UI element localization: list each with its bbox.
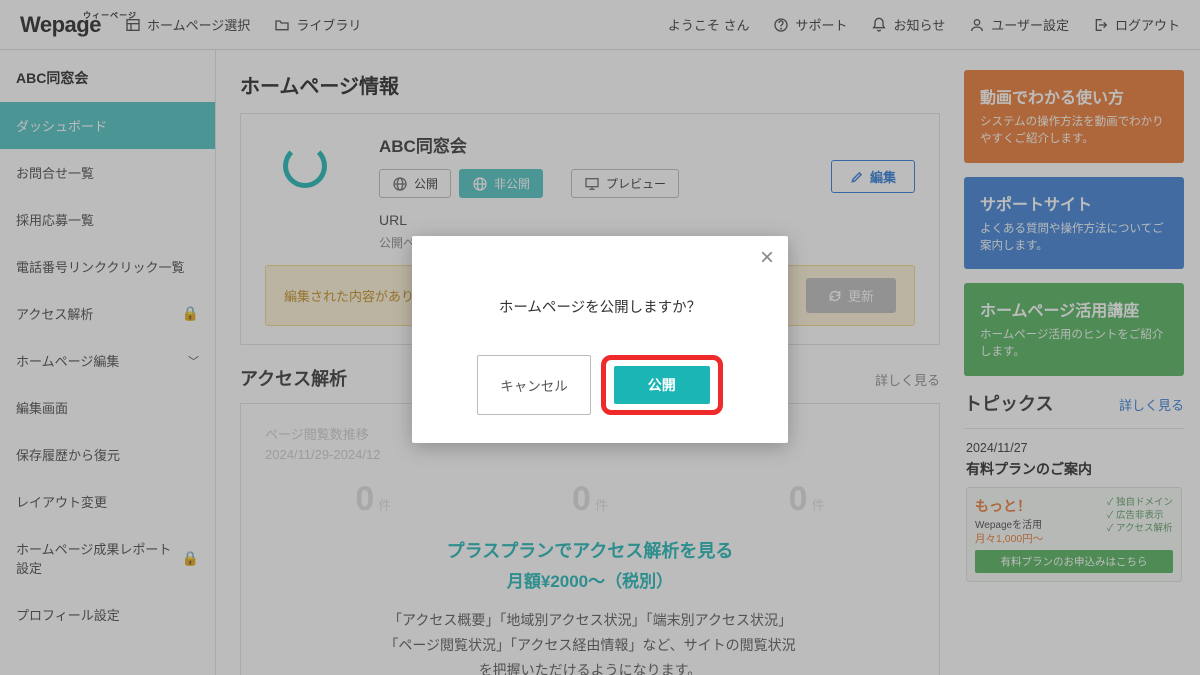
modal-message: ホームページを公開しますか？ (412, 236, 788, 355)
confirm-button[interactable]: 公開 (614, 366, 710, 404)
close-icon[interactable]: × (760, 246, 774, 270)
confirm-highlight: 公開 (601, 355, 723, 415)
cancel-button[interactable]: キャンセル (477, 355, 591, 415)
confirm-modal: × ホームページを公開しますか？ キャンセル 公開 (412, 236, 788, 443)
